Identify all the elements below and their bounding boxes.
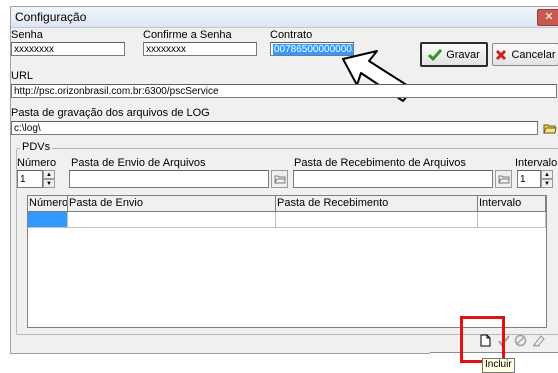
gravar-label: Gravar xyxy=(446,48,480,61)
pasta-log-label: Pasta de gravação dos arquivos de LOG xyxy=(11,107,210,119)
grid-cell[interactable] xyxy=(478,212,546,228)
pasta-envio-label: Pasta de Envio de Arquivos xyxy=(71,157,206,169)
pasta-log-browse-button[interactable] xyxy=(541,120,558,137)
excluir-button[interactable] xyxy=(530,332,547,349)
column-header-numero[interactable]: Número xyxy=(28,196,68,212)
numero-spin-up[interactable]: ▲ xyxy=(43,170,55,179)
confirme-senha-label: Confirme a Senha xyxy=(143,29,232,41)
cancelar-label: Cancelar xyxy=(511,48,556,61)
window-title: Configuração xyxy=(15,10,87,24)
cancel-circle-icon xyxy=(514,334,527,347)
open-folder-icon xyxy=(542,124,557,134)
pasta-recebimento-input[interactable] xyxy=(293,170,493,188)
numero-spin-input[interactable]: 1 xyxy=(17,170,43,188)
intervalo-spin-input[interactable]: 1 xyxy=(517,170,541,188)
configuracao-dialog: Configuração ✕ Senha xxxxxxxx Confirme a… xyxy=(10,6,558,354)
close-button[interactable]: ✕ xyxy=(537,9,558,26)
grid-active-cell[interactable] xyxy=(28,212,68,228)
eraser-icon xyxy=(532,335,545,347)
x-cancel-icon xyxy=(496,49,507,60)
numero-label: Número xyxy=(17,157,57,169)
url-label: URL xyxy=(11,70,34,82)
checkmark-icon xyxy=(428,48,443,61)
intervalo-spin-down[interactable]: ▼ xyxy=(541,179,553,188)
pasta-envio-input[interactable] xyxy=(69,170,269,188)
title-bar[interactable]: Configuração ✕ xyxy=(11,7,558,28)
pasta-envio-browse-button[interactable] xyxy=(271,170,288,188)
pasta-recebimento-browse-button[interactable] xyxy=(495,170,512,188)
numero-spin-down[interactable]: ▼ xyxy=(43,179,55,188)
confirme-senha-input[interactable]: xxxxxxxx xyxy=(143,42,257,56)
column-header-intervalo[interactable]: Intervalo xyxy=(478,196,546,212)
pasta-recebimento-label: Pasta de Recebimento de Arquivos xyxy=(294,157,466,169)
url-input[interactable]: http://psc.orizonbrasil.com.br:6300/pscS… xyxy=(11,84,557,98)
pasta-log-input[interactable]: c:\log\ xyxy=(11,121,538,135)
column-header-pasta-recebimento[interactable]: Pasta de Recebimento xyxy=(276,196,478,212)
grid-cell[interactable] xyxy=(276,212,478,228)
close-icon: ✕ xyxy=(544,11,554,23)
folder-icon xyxy=(498,175,509,184)
column-header-pasta-envio[interactable]: Pasta de Envio xyxy=(68,196,276,212)
folder-icon xyxy=(274,175,285,184)
senha-label: Senha xyxy=(11,29,43,41)
highlight-box-annotation xyxy=(460,316,505,363)
pdvs-grid[interactable]: Número Pasta de Envio Pasta de Recebimen… xyxy=(27,195,547,328)
intervalo-label: Intervalo xyxy=(515,157,558,169)
senha-input[interactable]: xxxxxxxx xyxy=(11,42,125,56)
pdvs-group-label: PDVs xyxy=(20,141,53,153)
gravar-button[interactable]: Gravar xyxy=(420,42,488,67)
cancelar-edicao-button[interactable] xyxy=(512,332,529,349)
grid-cell[interactable] xyxy=(68,212,276,228)
cancelar-button[interactable]: Cancelar xyxy=(492,43,558,66)
intervalo-spin-up[interactable]: ▲ xyxy=(541,170,553,179)
contrato-label: Contrato xyxy=(270,29,313,41)
